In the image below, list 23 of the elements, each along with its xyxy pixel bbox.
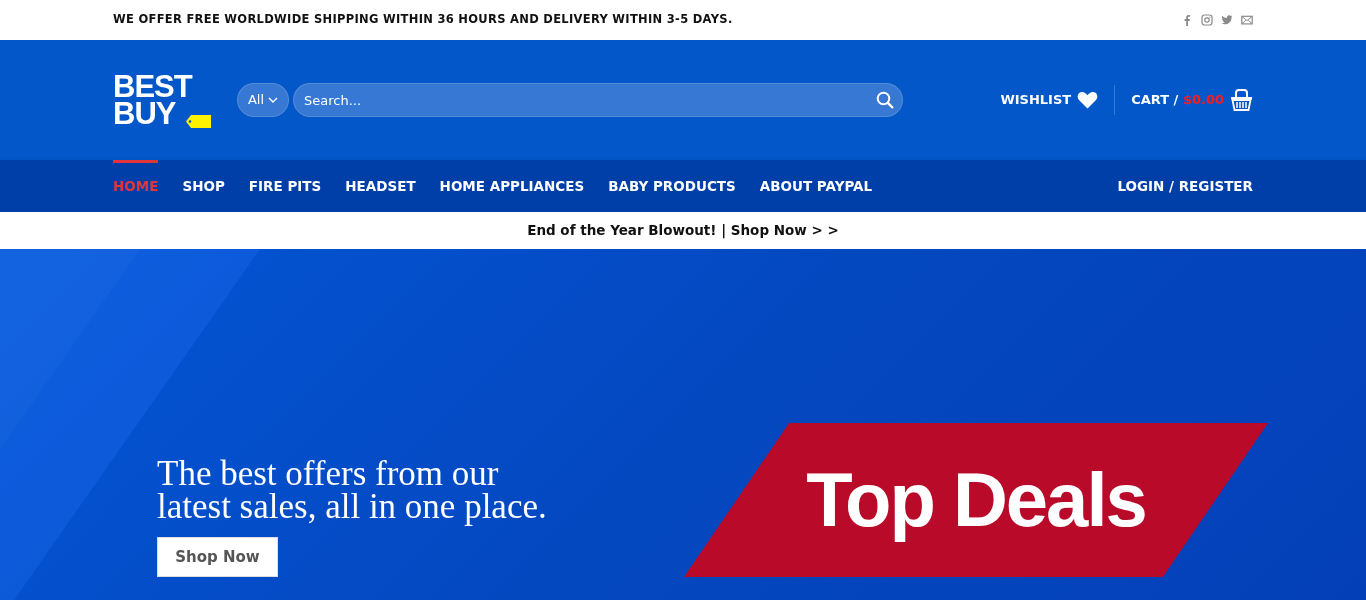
wishlist-link[interactable]: WISHLIST (1000, 90, 1099, 110)
nav-link[interactable]: ABOUT PAYPAL (759, 160, 873, 212)
top-deals-banner: Top Deals (684, 423, 1268, 577)
cart-link[interactable]: CART / $0.00 (1131, 89, 1253, 111)
bird-icon[interactable] (1221, 14, 1233, 26)
logo[interactable]: BEST BUY (113, 73, 213, 127)
login-register-link[interactable]: LOGIN / REGISTER (1117, 160, 1253, 212)
envelope-icon[interactable] (1241, 14, 1253, 26)
search-icon[interactable] (876, 91, 894, 109)
promo-link[interactable]: End of the Year Blowout! | Shop Now > > (527, 220, 839, 241)
shipping-notice: WE OFFER FREE WORLDWIDE SHIPPING WITHIN 36 HOURS AND DELIVERY WITHIN 3-5 DAYS. (113, 11, 733, 29)
category-dropdown[interactable]: All (237, 83, 289, 117)
nav-link[interactable]: SHOP (182, 160, 225, 212)
nav-link[interactable]: HOME APPLIANCES (439, 160, 585, 212)
basket-icon (1230, 89, 1253, 111)
nav-link[interactable]: BABY PRODUCTS (608, 160, 736, 212)
price-tag-icon (185, 113, 212, 129)
chevron-down-icon (268, 97, 279, 103)
heart-icon (1077, 91, 1099, 109)
nav-link[interactable]: HEADSET (345, 160, 416, 212)
instagram-icon[interactable] (1201, 14, 1213, 26)
shop-now-button[interactable]: Shop Now (157, 537, 278, 577)
nav-link[interactable]: FIRE PITS (248, 160, 322, 212)
